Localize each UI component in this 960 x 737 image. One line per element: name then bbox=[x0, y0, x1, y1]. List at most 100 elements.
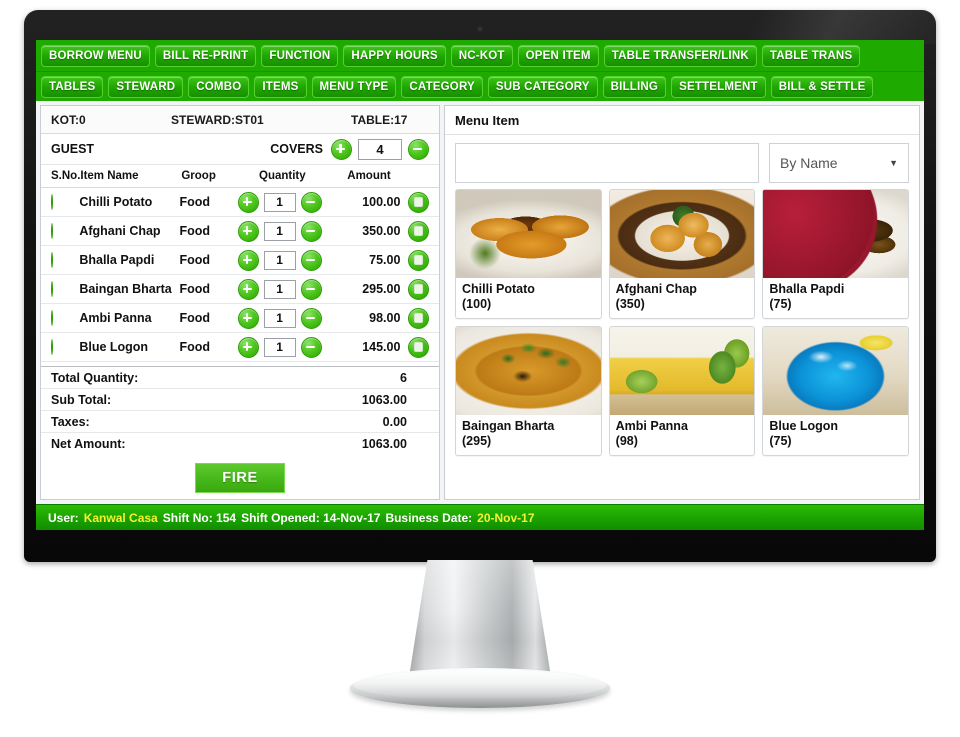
row-qty-decrement-button[interactable] bbox=[300, 249, 322, 271]
row-add-button[interactable] bbox=[51, 252, 53, 268]
fire-button[interactable]: FIRE bbox=[195, 463, 285, 493]
row-qty-decrement-button[interactable] bbox=[300, 220, 322, 242]
column-header-quantity: Quantity bbox=[259, 170, 306, 182]
guest-label: GUEST bbox=[51, 142, 95, 156]
menu-card-name: Ambi Panna bbox=[615, 419, 688, 433]
sub-total-value: 1063.00 bbox=[361, 392, 407, 407]
webcam-icon bbox=[477, 26, 483, 32]
row-item-group: Food bbox=[179, 253, 210, 267]
nav-button-function[interactable]: FUNCTION bbox=[261, 44, 339, 67]
covers-decrement-button[interactable] bbox=[408, 138, 429, 160]
nav-button-open-item[interactable]: OPEN ITEM bbox=[517, 44, 599, 67]
row-add-button[interactable] bbox=[51, 223, 53, 239]
nav-button-nc-kot[interactable]: NC-KOT bbox=[450, 44, 513, 67]
row-qty-decrement-button[interactable] bbox=[300, 336, 322, 358]
row-qty-decrement-button[interactable] bbox=[300, 191, 322, 213]
row-item-name: Chilli Potato bbox=[79, 195, 153, 209]
menu-card-ambi-panna[interactable]: Ambi Panna (98) bbox=[608, 326, 756, 456]
menu-card-bhalla-papdi[interactable]: Bhalla Papdi (75) bbox=[762, 189, 909, 319]
secondary-navbar: TABLES STEWARD COMBO ITEMS MENU TYPE CAT… bbox=[36, 71, 924, 101]
table-row[interactable]: Blue Logon Food 145.00 bbox=[41, 333, 439, 362]
row-qty-decrement-button[interactable] bbox=[300, 278, 322, 300]
menu-card-label: Bhalla Papdi (75) bbox=[763, 278, 908, 318]
menu-card-chilli-potato[interactable]: Chilli Potato (100) bbox=[455, 189, 602, 319]
nav-button-settelment[interactable]: SETTELMENT bbox=[671, 75, 766, 98]
row-note-icon[interactable] bbox=[408, 249, 429, 271]
row-qty-input[interactable] bbox=[263, 308, 296, 328]
nav-button-happy-hours[interactable]: HAPPY HOURS bbox=[343, 44, 446, 67]
search-input[interactable] bbox=[455, 143, 759, 183]
nav-button-sub-category[interactable]: SUB CATEGORY bbox=[487, 75, 598, 98]
row-qty-increment-button[interactable] bbox=[237, 307, 259, 329]
row-add-button[interactable] bbox=[51, 194, 53, 210]
total-quantity-label: Total Quantity: bbox=[51, 370, 139, 385]
row-qty-input[interactable] bbox=[263, 221, 296, 241]
table-row[interactable]: Ambi Panna Food 98.00 bbox=[41, 304, 439, 333]
taxes-label: Taxes: bbox=[51, 414, 90, 429]
row-add-button[interactable] bbox=[51, 339, 53, 355]
menu-card-price: (75) bbox=[769, 297, 792, 311]
nav-button-steward[interactable]: STEWARD bbox=[108, 75, 184, 98]
row-item-name: Baingan Bharta bbox=[79, 282, 172, 296]
row-item-name: Blue Logon bbox=[79, 340, 149, 354]
row-qty-increment-button[interactable] bbox=[237, 220, 259, 242]
primary-navbar: BORROW MENU BILL RE-PRINT FUNCTION HAPPY… bbox=[36, 40, 924, 71]
row-qty-decrement-button[interactable] bbox=[300, 307, 322, 329]
status-shift-opened: Shift Opened: 14-Nov-17 bbox=[241, 510, 381, 525]
row-note-icon[interactable] bbox=[408, 191, 429, 213]
bezel-glare bbox=[676, 10, 936, 44]
nav-button-borrow-menu[interactable]: BORROW MENU bbox=[41, 44, 150, 67]
nav-button-items[interactable]: ITEMS bbox=[254, 75, 307, 98]
table-row[interactable]: Bhalla Papdi Food 75.00 bbox=[41, 246, 439, 275]
row-note-icon[interactable] bbox=[408, 278, 429, 300]
nav-button-tables[interactable]: TABLES bbox=[41, 75, 104, 98]
column-header-item-name: Item Name bbox=[80, 170, 139, 182]
sub-total-label: Sub Total: bbox=[51, 392, 112, 407]
menu-card-label: Chilli Potato (100) bbox=[456, 278, 601, 318]
row-qty-increment-button[interactable] bbox=[237, 191, 259, 213]
menu-card-baingan-bharta[interactable]: Baingan Bharta (295) bbox=[455, 326, 602, 456]
menu-card-afghani-chap[interactable]: Afghani Chap (350) bbox=[608, 189, 756, 319]
covers-input[interactable] bbox=[358, 138, 402, 160]
row-add-button[interactable] bbox=[51, 310, 53, 326]
menu-card-label: Blue Logon (75) bbox=[763, 415, 908, 455]
table-row[interactable]: Afghani Chap Food 350.00 bbox=[41, 217, 439, 246]
column-header-group: Groop bbox=[181, 170, 216, 182]
row-qty-increment-button[interactable] bbox=[237, 278, 259, 300]
table-row[interactable]: Baingan Bharta Food 295.00 bbox=[41, 275, 439, 304]
row-qty-increment-button[interactable] bbox=[237, 336, 259, 358]
ticket-item-list: Chilli Potato Food 100.00 bbox=[41, 188, 439, 362]
row-qty-input[interactable] bbox=[263, 337, 296, 357]
nav-button-bill-and-settle[interactable]: BILL & SETTLE bbox=[770, 75, 874, 98]
row-qty-input[interactable] bbox=[263, 192, 296, 212]
nav-button-bill-re-print[interactable]: BILL RE-PRINT bbox=[154, 44, 257, 67]
row-add-button[interactable] bbox=[51, 281, 53, 297]
row-note-icon[interactable] bbox=[408, 336, 429, 358]
taxes-value: 0.00 bbox=[382, 414, 407, 429]
nav-button-category[interactable]: CATEGORY bbox=[401, 75, 483, 98]
fire-button-container: FIRE bbox=[41, 454, 439, 493]
nav-button-combo[interactable]: COMBO bbox=[188, 75, 250, 98]
row-qty-increment-button[interactable] bbox=[237, 249, 259, 271]
covers-label: COVERS bbox=[270, 142, 323, 156]
covers-increment-button[interactable] bbox=[331, 138, 352, 160]
menu-card-price: (295) bbox=[462, 434, 492, 448]
ticket-header: KOT:0 STEWARD:ST01 TABLE:17 bbox=[41, 106, 439, 134]
row-qty-input[interactable] bbox=[263, 250, 296, 270]
sub-total-row: Sub Total: 1063.00 bbox=[41, 389, 439, 411]
row-note-icon[interactable] bbox=[408, 307, 429, 329]
nav-button-table-transfer-link[interactable]: TABLE TRANSFER/LINK bbox=[603, 44, 757, 67]
nav-button-billing[interactable]: BILLING bbox=[602, 75, 667, 98]
table-row[interactable]: Chilli Potato Food 100.00 bbox=[41, 188, 439, 217]
net-amount-label: Net Amount: bbox=[51, 436, 126, 451]
kot-number: KOT:0 bbox=[51, 112, 86, 127]
menu-card-name: Bhalla Papdi bbox=[769, 282, 845, 296]
menu-search-row: By Name ▼ bbox=[445, 135, 919, 189]
menu-card-blue-logon[interactable]: Blue Logon (75) bbox=[762, 326, 909, 456]
nav-button-menu-type[interactable]: MENU TYPE bbox=[311, 75, 397, 98]
total-quantity-row: Total Quantity: 6 bbox=[41, 367, 439, 389]
search-filter-select[interactable]: By Name ▼ bbox=[769, 143, 909, 183]
row-qty-input[interactable] bbox=[263, 279, 296, 299]
nav-button-table-trans[interactable]: TABLE TRANS bbox=[761, 44, 861, 67]
row-note-icon[interactable] bbox=[408, 220, 429, 242]
